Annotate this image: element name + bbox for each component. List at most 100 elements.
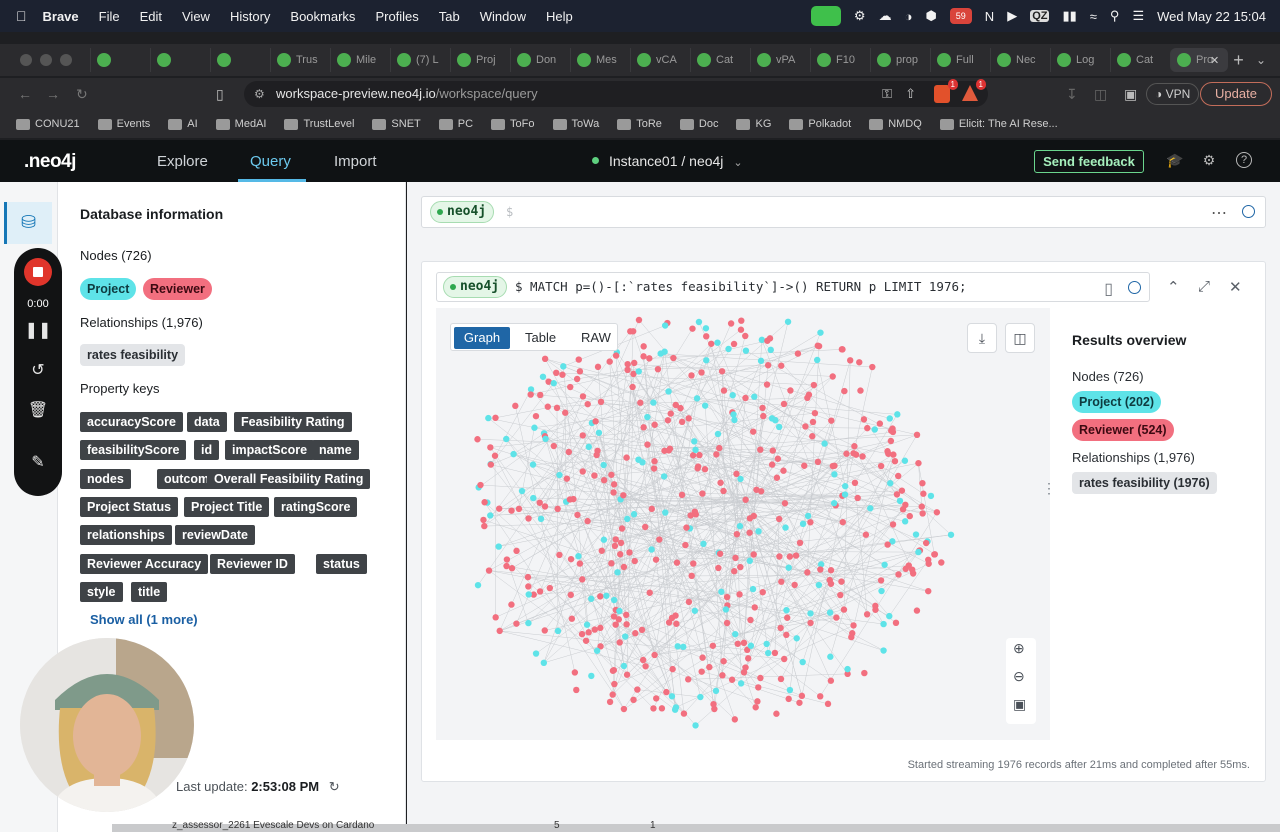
settings-icon[interactable]: ⚙ xyxy=(1201,152,1217,168)
reviewer-node[interactable] xyxy=(869,363,876,371)
project-node[interactable] xyxy=(714,339,721,346)
reviewer-node[interactable] xyxy=(544,403,552,410)
reviewer-node[interactable] xyxy=(685,676,692,683)
reviewer-node[interactable] xyxy=(798,692,806,700)
reviewer-node[interactable] xyxy=(620,705,628,713)
help-icon[interactable]: ? xyxy=(1236,152,1252,168)
reviewer-node[interactable] xyxy=(862,531,870,538)
reviewer-node[interactable] xyxy=(777,624,784,632)
reviewer-node[interactable] xyxy=(688,372,695,379)
reviewer-node[interactable] xyxy=(933,509,941,516)
reviewer-node[interactable] xyxy=(546,584,554,592)
property-key-chip[interactable]: relationships xyxy=(80,525,172,546)
reviewer-node[interactable] xyxy=(487,444,494,451)
project-node[interactable] xyxy=(585,443,593,451)
project-node[interactable] xyxy=(927,492,935,500)
project-node[interactable] xyxy=(799,658,806,666)
reviewer-node[interactable] xyxy=(610,489,617,496)
download-icon[interactable]: ↧ xyxy=(1066,86,1078,103)
reviewer-node[interactable] xyxy=(742,496,749,503)
site-settings-icon[interactable]: ⚙ xyxy=(254,81,265,107)
reviewer-node[interactable] xyxy=(843,450,850,457)
property-key-chip[interactable]: Reviewer ID xyxy=(210,553,295,574)
reviewer-node[interactable] xyxy=(906,512,913,520)
browser-tab[interactable]: Cat xyxy=(690,48,748,72)
project-node[interactable] xyxy=(525,591,532,598)
project-node[interactable] xyxy=(700,540,707,548)
project-node[interactable] xyxy=(841,491,849,498)
browser-tab[interactable]: Mes xyxy=(570,48,628,72)
reviewer-node[interactable] xyxy=(609,667,617,674)
project-node[interactable] xyxy=(896,497,904,505)
project-node[interactable] xyxy=(635,456,642,463)
project-node[interactable] xyxy=(878,587,885,595)
reviewer-node[interactable] xyxy=(715,564,722,572)
reviewer-node[interactable] xyxy=(760,412,767,420)
reviewer-node[interactable] xyxy=(920,490,927,497)
reviewer-node[interactable] xyxy=(576,368,584,375)
brave-shield-icon[interactable] xyxy=(934,85,950,103)
menu-edit[interactable]: Edit xyxy=(140,9,162,24)
project-node[interactable] xyxy=(793,635,800,642)
reviewer-node[interactable] xyxy=(731,716,739,723)
reviewer-node[interactable] xyxy=(891,457,899,465)
reviewer-node[interactable] xyxy=(597,624,604,632)
back-icon[interactable]: ← xyxy=(18,86,32,102)
reviewer-node[interactable] xyxy=(600,476,608,484)
reviewer-node[interactable] xyxy=(591,472,598,479)
reviewer-node[interactable] xyxy=(776,553,783,560)
reviewer-node[interactable] xyxy=(573,375,581,383)
reviewer-node[interactable] xyxy=(664,417,672,424)
reviewer-node[interactable] xyxy=(864,424,871,432)
project-node[interactable] xyxy=(525,619,532,627)
project-node[interactable] xyxy=(487,512,494,519)
project-node[interactable] xyxy=(554,627,562,635)
reviewer-node[interactable] xyxy=(931,551,939,558)
reviewer-node[interactable] xyxy=(652,556,660,563)
reviewer-node[interactable] xyxy=(612,536,619,543)
menu-history[interactable]: History xyxy=(230,9,270,24)
reviewer-node[interactable] xyxy=(623,611,630,619)
project-node[interactable] xyxy=(731,416,738,424)
reviewer-node[interactable] xyxy=(773,710,780,717)
reviewer-node[interactable] xyxy=(606,358,613,365)
project-node[interactable] xyxy=(737,475,744,483)
reviewer-node[interactable] xyxy=(618,525,626,532)
graph-relationship[interactable] xyxy=(518,363,628,510)
reviewer-node[interactable] xyxy=(612,352,620,359)
address-bar[interactable]: ⚙ workspace-preview.neo4j.io/workspace/q… xyxy=(244,79,988,107)
project-node[interactable] xyxy=(775,423,783,431)
reviewer-node[interactable] xyxy=(689,325,696,332)
reviewer-node[interactable] xyxy=(860,416,868,423)
reviewer-node[interactable] xyxy=(889,521,897,528)
reviewer-node[interactable] xyxy=(515,505,523,513)
reviewer-node[interactable] xyxy=(678,491,686,499)
reviewer-node[interactable] xyxy=(678,418,686,426)
project-node[interactable] xyxy=(817,329,824,336)
reviewer-node[interactable] xyxy=(629,383,636,391)
reviewer-node[interactable] xyxy=(826,576,833,584)
reviewer-node[interactable] xyxy=(895,472,902,480)
reviewer-node[interactable] xyxy=(567,555,575,563)
browser-tab[interactable]: prop xyxy=(870,48,928,72)
bookmark-item[interactable]: SNET xyxy=(372,118,421,130)
reviewer-node[interactable] xyxy=(683,524,690,531)
browser-tab[interactable]: Don xyxy=(510,48,568,72)
reviewer-node[interactable] xyxy=(728,676,736,683)
reviewer-node[interactable] xyxy=(582,637,590,644)
reviewer-node[interactable] xyxy=(553,369,560,377)
reviewer-node[interactable] xyxy=(731,568,738,575)
project-node[interactable] xyxy=(807,610,814,617)
browser-tab[interactable]: Proj xyxy=(450,48,508,72)
reviewer-node[interactable] xyxy=(680,710,688,717)
reviewer-node[interactable] xyxy=(884,541,891,548)
reviewer-node[interactable] xyxy=(718,368,726,375)
property-key-chip[interactable]: feasibilityScore xyxy=(80,440,187,461)
reviewer-node[interactable] xyxy=(807,519,814,526)
overview-rel-pill[interactable]: rates feasibility (1976) xyxy=(1072,472,1217,494)
reviewer-node[interactable] xyxy=(889,425,896,432)
project-node[interactable] xyxy=(695,318,703,326)
reviewer-node[interactable] xyxy=(876,420,884,427)
project-node[interactable] xyxy=(560,363,567,370)
project-node[interactable] xyxy=(815,581,823,589)
